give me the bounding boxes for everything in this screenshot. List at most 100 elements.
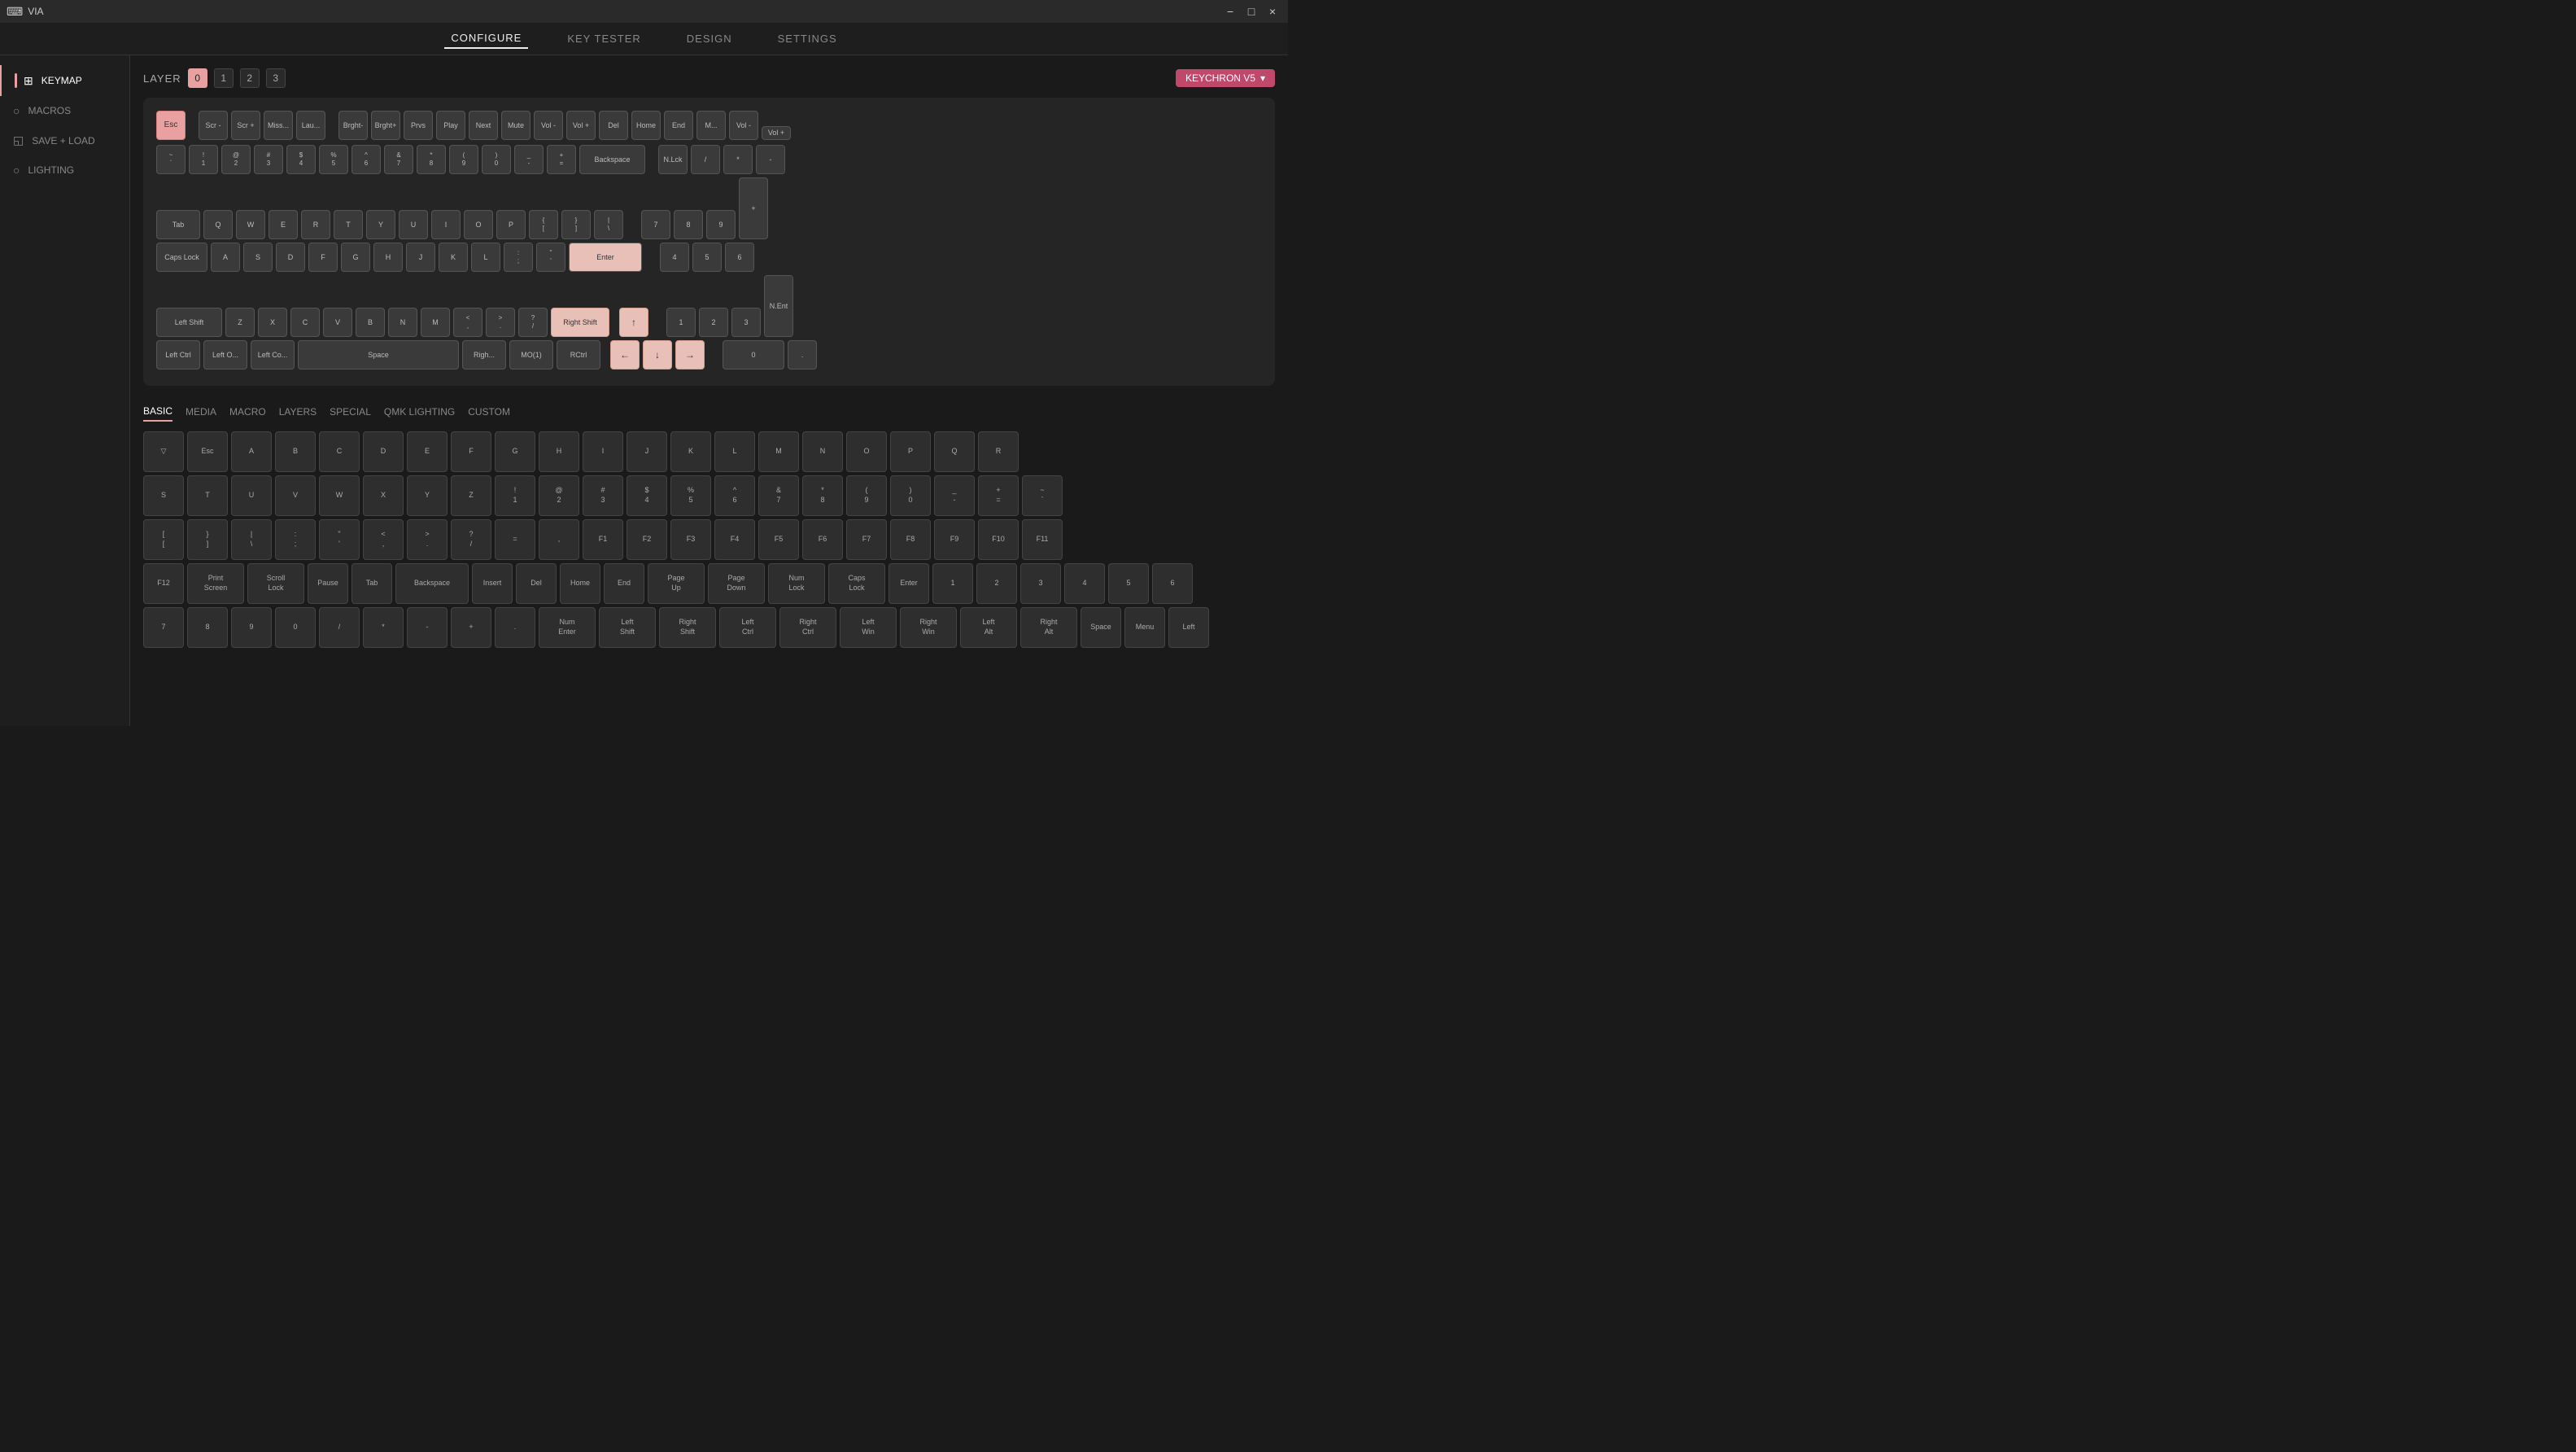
key-m-fn[interactable]: M...: [696, 111, 726, 140]
key-brght-plus[interactable]: Brght+: [371, 111, 400, 140]
palette-key-f2[interactable]: F2: [627, 519, 667, 560]
key-down[interactable]: ↓: [643, 340, 672, 370]
palette-key-6[interactable]: 6: [1152, 563, 1193, 604]
palette-key-tab[interactable]: Tab: [351, 563, 392, 604]
palette-key-0[interactable]: 0: [275, 607, 316, 648]
palette-key-left-win[interactable]: LeftWin: [840, 607, 897, 648]
key-backspace[interactable]: Backspace: [579, 145, 645, 174]
palette-cat-basic[interactable]: BASIC: [143, 402, 172, 422]
key-9[interactable]: (9: [449, 145, 478, 174]
key-d[interactable]: D: [276, 243, 305, 272]
key-next[interactable]: Next: [469, 111, 498, 140]
key-num-minus[interactable]: -: [756, 145, 785, 174]
palette-key-f1[interactable]: F1: [583, 519, 623, 560]
key-8[interactable]: *8: [417, 145, 446, 174]
palette-key-f5[interactable]: F5: [758, 519, 799, 560]
key-left[interactable]: ←: [610, 340, 640, 370]
key-end-fn[interactable]: End: [664, 111, 693, 140]
layer-3-button[interactable]: 3: [266, 68, 286, 88]
palette-key-num-lock[interactable]: NumLock: [768, 563, 825, 604]
palette-key-3[interactable]: 3: [1020, 563, 1061, 604]
palette-key-tilde-bt[interactable]: ~`: [1022, 475, 1063, 516]
key-numlock[interactable]: N.Lck: [658, 145, 688, 174]
key-num8[interactable]: 8: [674, 210, 703, 239]
sidebar-item-save-load[interactable]: ◱ SAVE + LOAD: [0, 125, 129, 155]
key-backslash[interactable]: |\: [594, 210, 623, 239]
palette-key-esc[interactable]: Esc: [187, 431, 228, 472]
key-equals[interactable]: +=: [547, 145, 576, 174]
palette-key-n[interactable]: N: [802, 431, 843, 472]
palette-key-g[interactable]: G: [495, 431, 535, 472]
key-right[interactable]: →: [675, 340, 705, 370]
palette-key-z[interactable]: Z: [451, 475, 491, 516]
palette-key-page-up[interactable]: PageUp: [648, 563, 705, 604]
key-right-shift[interactable]: Right Shift: [551, 308, 609, 337]
palette-key-q[interactable]: Q: [934, 431, 975, 472]
palette-key-qmark[interactable]: ?/: [451, 519, 491, 560]
palette-key-menu[interactable]: Menu: [1124, 607, 1165, 648]
palette-key-f9[interactable]: F9: [934, 519, 975, 560]
key-b[interactable]: B: [356, 308, 385, 337]
palette-key-lp9[interactable]: (9: [846, 475, 887, 516]
palette-key-left-ctrl[interactable]: LeftCtrl: [719, 607, 776, 648]
key-tilde[interactable]: ~`: [156, 145, 186, 174]
nav-configure[interactable]: CONFIGURE: [444, 28, 528, 49]
key-num9[interactable]: 9: [706, 210, 736, 239]
key-scr-minus[interactable]: Scr -: [199, 111, 228, 140]
key-left-shift[interactable]: Left Shift: [156, 308, 222, 337]
key-lbracket[interactable]: {[: [529, 210, 558, 239]
sidebar-item-lighting[interactable]: ○ LIGHTING: [0, 155, 129, 185]
key-7[interactable]: &7: [384, 145, 413, 174]
palette-key-right-alt[interactable]: RightAlt: [1020, 607, 1077, 648]
palette-key-amp7[interactable]: &7: [758, 475, 799, 516]
palette-key-del[interactable]: Del: [516, 563, 557, 604]
palette-key-page-down[interactable]: PageDown: [708, 563, 765, 604]
sidebar-item-keymap[interactable]: ⊞ KEYMAP: [0, 65, 129, 96]
key-l[interactable]: L: [471, 243, 500, 272]
key-vol-plus2[interactable]: Vol +: [762, 126, 791, 140]
palette-cat-macro[interactable]: MACRO: [229, 403, 266, 421]
palette-key-caps-lock[interactable]: CapsLock: [828, 563, 885, 604]
palette-key-l[interactable]: L: [714, 431, 755, 472]
key-num3[interactable]: 3: [731, 308, 761, 337]
key-num7[interactable]: 7: [641, 210, 670, 239]
key-period[interactable]: >.: [486, 308, 515, 337]
palette-key-comma2[interactable]: ,: [539, 519, 579, 560]
palette-key-f10[interactable]: F10: [978, 519, 1019, 560]
key-num4[interactable]: 4: [660, 243, 689, 272]
palette-key-1[interactable]: 1: [932, 563, 973, 604]
key-mute[interactable]: Mute: [501, 111, 530, 140]
palette-key-j[interactable]: J: [627, 431, 667, 472]
key-1[interactable]: !1: [189, 145, 218, 174]
palette-key-x[interactable]: X: [363, 475, 404, 516]
key-num-dot[interactable]: .: [788, 340, 817, 370]
key-p[interactable]: P: [496, 210, 526, 239]
key-y[interactable]: Y: [366, 210, 395, 239]
key-v[interactable]: V: [323, 308, 352, 337]
palette-key-f6[interactable]: F6: [802, 519, 843, 560]
palette-key-underscore[interactable]: _-: [934, 475, 975, 516]
palette-key-insert[interactable]: Insert: [472, 563, 513, 604]
key-play[interactable]: Play: [436, 111, 465, 140]
key-brght-minus[interactable]: Brght-: [338, 111, 368, 140]
key-a[interactable]: A: [211, 243, 240, 272]
palette-key-pipe-bs[interactable]: |\: [231, 519, 272, 560]
palette-key-right-shift[interactable]: RightShift: [659, 607, 716, 648]
key-scr-plus[interactable]: Scr +: [231, 111, 260, 140]
palette-key-print-screen[interactable]: PrintScreen: [187, 563, 244, 604]
key-i[interactable]: I: [431, 210, 461, 239]
key-tab[interactable]: Tab: [156, 210, 200, 239]
palette-key-colon[interactable]: :;: [275, 519, 316, 560]
key-m[interactable]: M: [421, 308, 450, 337]
key-vol-plus[interactable]: Vol +: [566, 111, 596, 140]
palette-key-o[interactable]: O: [846, 431, 887, 472]
palette-key-4[interactable]: 4: [1064, 563, 1105, 604]
palette-key-lt[interactable]: <,: [363, 519, 404, 560]
layer-2-button[interactable]: 2: [240, 68, 260, 88]
minimize-button[interactable]: −: [1221, 2, 1239, 20]
palette-key-caret6[interactable]: ^6: [714, 475, 755, 516]
key-enter[interactable]: Enter: [569, 243, 642, 272]
key-u[interactable]: U: [399, 210, 428, 239]
palette-key-dollar4[interactable]: $4: [627, 475, 667, 516]
palette-key-rp0[interactable]: )0: [890, 475, 931, 516]
